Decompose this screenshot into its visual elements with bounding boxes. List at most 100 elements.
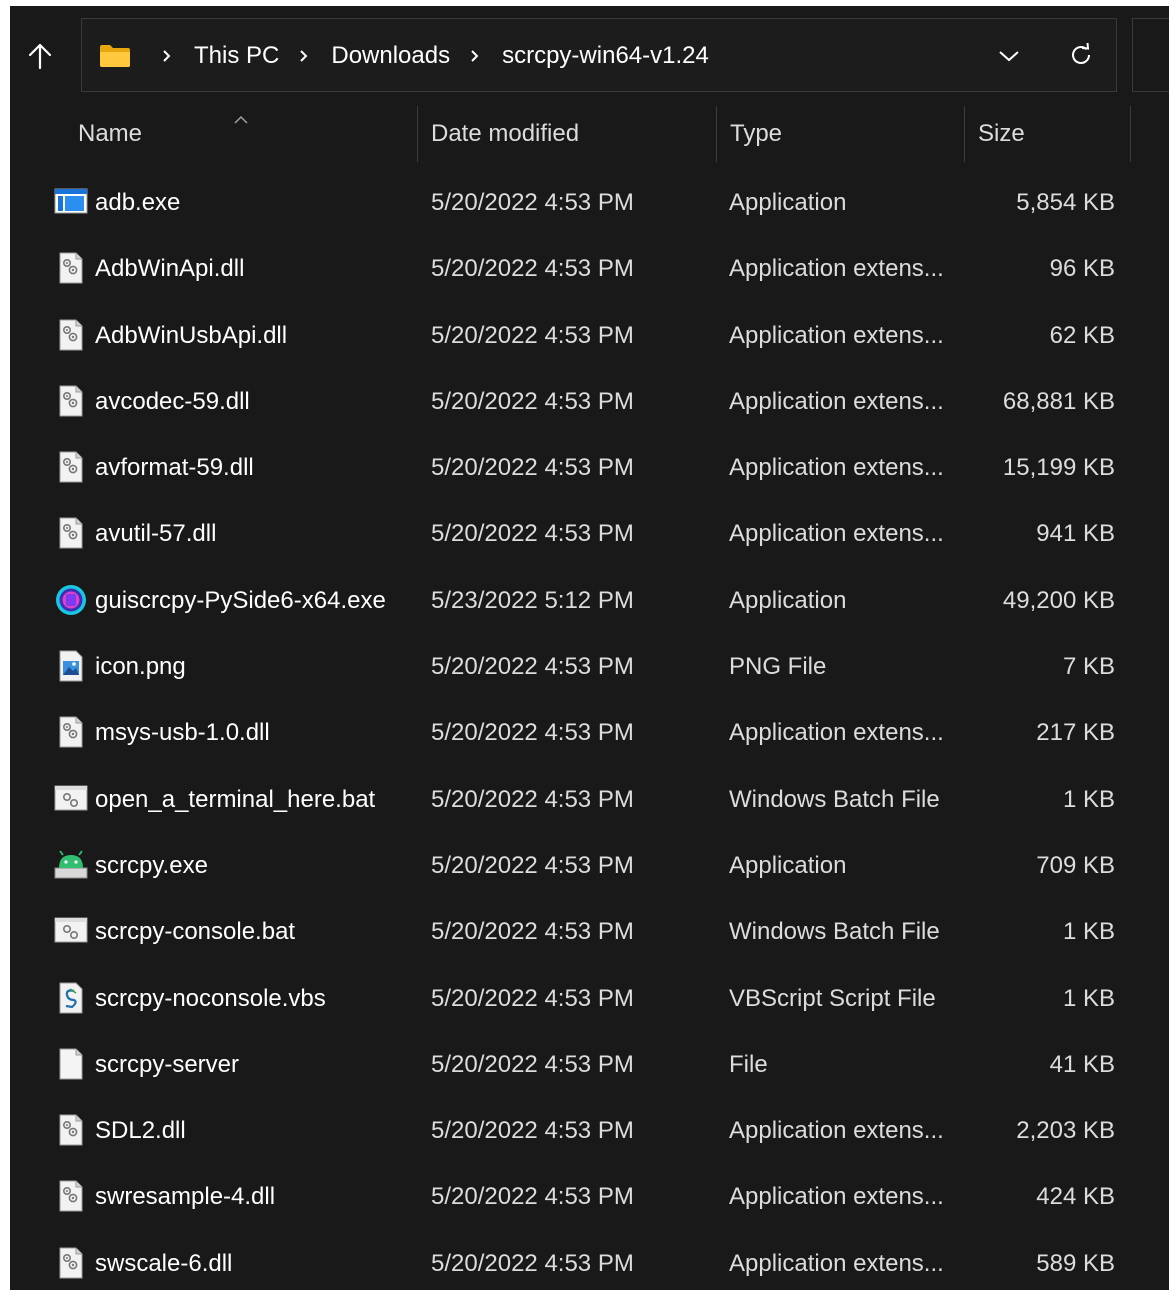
column-header-date-label: Date modified	[431, 120, 580, 147]
file-row[interactable]: avutil-57.dll 5/20/2022 4:53 PM Applicatio…	[10, 501, 1169, 567]
file-size: 1 KB	[1062, 984, 1115, 1012]
dll-file-icon	[54, 1113, 88, 1147]
file-row[interactable]: adb.exe 5/20/2022 4:53 PM Application 5,854…	[10, 170, 1169, 236]
dll-file-icon	[54, 1179, 88, 1213]
file-row[interactable]: swscale-6.dll 5/20/2022 4:53 PM Applicatio…	[10, 1231, 1169, 1290]
file-type: Application extens...	[729, 454, 944, 482]
column-header-type-label: Type	[730, 120, 783, 147]
file-row[interactable]: AdbWinApi.dll 5/20/2022 4:53 PM Applicatio…	[10, 236, 1169, 302]
column-divider[interactable]	[417, 106, 418, 162]
file-size: 7 KB	[1062, 653, 1115, 681]
file-size: 5,854 KB	[1016, 189, 1115, 216]
file-row[interactable]: scrcpy-noconsole.vbs 5/20/2022 4:53 PM VBS…	[10, 966, 1169, 1032]
file-name: SDL2.dll	[95, 1117, 186, 1145]
file-name: scrcpy-noconsole.vbs	[95, 984, 326, 1012]
file-size: 96 KB	[1049, 255, 1115, 283]
file-type: Application extens...	[729, 1183, 944, 1211]
file-type: Application extens...	[729, 1249, 944, 1277]
refresh-icon[interactable]	[1065, 39, 1097, 71]
column-divider[interactable]	[964, 106, 965, 162]
batch-file-icon	[54, 782, 88, 816]
file-name: scrcpy-server	[95, 1050, 240, 1078]
file-name: adb.exe	[95, 189, 181, 216]
address-bar[interactable]: This PC Downloads scrcpy-win64-v1.24	[81, 18, 1117, 92]
file-name: AdbWinApi.dll	[95, 255, 245, 283]
file-type: Application	[729, 189, 847, 216]
file-size: 1 KB	[1062, 918, 1115, 946]
file-row[interactable]: scrcpy-server 5/20/2022 4:53 PM File 41 KB	[10, 1032, 1169, 1098]
file-row[interactable]: scrcpy-console.bat 5/20/2022 4:53 PM Windo…	[10, 899, 1169, 965]
image-file-icon	[54, 649, 88, 683]
column-header-date[interactable]: Date modified	[431, 104, 711, 164]
file-type: Application extens...	[729, 1117, 944, 1145]
file-name: AdbWinUsbApi.dll	[95, 321, 288, 349]
file-name: avutil-57.dll	[95, 520, 217, 548]
breadcrumb: This PC Downloads scrcpy-win64-v1.24	[142, 19, 709, 93]
batch-file-icon	[54, 914, 88, 948]
search-box-edge[interactable]	[1132, 18, 1169, 92]
breadcrumb-this-pc[interactable]: This PC	[194, 42, 279, 70]
breadcrumb-current-folder[interactable]: scrcpy-win64-v1.24	[502, 42, 709, 70]
column-headers: Name Date modified Type Size	[10, 104, 1169, 164]
file-name: swresample-4.dll	[95, 1183, 276, 1211]
file-size: 941 KB	[1036, 520, 1115, 548]
file-row[interactable]: AdbWinUsbApi.dll 5/20/2022 4:53 PM Applica…	[10, 303, 1169, 369]
file-name: scrcpy-console.bat	[95, 918, 296, 946]
guiscrcpy-app-icon	[54, 583, 88, 617]
file-size: 41 KB	[1049, 1050, 1115, 1078]
column-divider[interactable]	[1130, 106, 1131, 162]
file-date-modified: 5/20/2022 4:53 PM	[431, 520, 634, 548]
column-header-name-label: Name	[78, 120, 143, 147]
file-row[interactable]: avcodec-59.dll 5/20/2022 4:53 PM Applicati…	[10, 369, 1169, 435]
file-date-modified: 5/20/2022 4:53 PM	[431, 1117, 634, 1145]
file-date-modified: 5/20/2022 4:53 PM	[431, 1183, 634, 1211]
chevron-right-icon[interactable]	[162, 49, 172, 63]
file-name: guiscrcpy-PySide6-x64.exe	[95, 586, 386, 614]
breadcrumb-downloads[interactable]: Downloads	[331, 42, 450, 70]
file-date-modified: 5/20/2022 4:53 PM	[431, 255, 634, 283]
file-name: scrcpy.exe	[95, 851, 208, 879]
file-size: 49,200 KB	[1002, 586, 1115, 614]
file-row[interactable]: swresample-4.dll 5/20/2022 4:53 PM Applica…	[10, 1164, 1169, 1230]
chevron-down-icon[interactable]	[994, 41, 1024, 71]
file-list: adb.exe 5/20/2022 4:53 PM Application 5,854…	[10, 170, 1169, 1290]
file-name: icon.png	[95, 653, 186, 681]
chevron-right-icon[interactable]	[470, 49, 480, 63]
file-date-modified: 5/20/2022 4:53 PM	[431, 189, 634, 216]
file-size: 424 KB	[1036, 1183, 1115, 1211]
file-type: Windows Batch File	[729, 918, 940, 946]
file-row[interactable]: icon.png 5/20/2022 4:53 PM PNG File 7 KB	[10, 634, 1169, 700]
file-row[interactable]: guiscrcpy-PySide6-x64.exe 5/23/2022 5:12 …	[10, 568, 1169, 634]
file-row[interactable]: open_a_terminal_here.bat 5/20/2022 4:53 P…	[10, 767, 1169, 833]
file-date-modified: 5/20/2022 4:53 PM	[431, 918, 634, 946]
file-name: swscale-6.dll	[95, 1249, 233, 1277]
file-row[interactable]: msys-usb-1.0.dll 5/20/2022 4:53 PM Applica…	[10, 700, 1169, 766]
column-header-size-label: Size	[978, 120, 1025, 147]
file-name: open_a_terminal_here.bat	[95, 785, 376, 813]
file-type: Application extens...	[729, 719, 944, 747]
file-type: Application	[729, 851, 847, 879]
file-row[interactable]: SDL2.dll 5/20/2022 4:53 PM Application ext…	[10, 1098, 1169, 1164]
arrow-up-icon[interactable]	[24, 40, 56, 72]
file-type: Application extens...	[729, 255, 944, 283]
column-header-type[interactable]: Type	[730, 104, 960, 164]
file-type: Windows Batch File	[729, 785, 940, 813]
file-date-modified: 5/20/2022 4:53 PM	[431, 387, 634, 415]
file-size: 217 KB	[1036, 719, 1115, 747]
column-header-size[interactable]: Size	[978, 104, 1128, 164]
folder-icon	[99, 44, 131, 73]
file-date-modified: 5/20/2022 4:53 PM	[431, 719, 634, 747]
dll-file-icon	[54, 318, 88, 352]
file-row[interactable]: scrcpy.exe 5/20/2022 4:53 PM Application 70…	[10, 833, 1169, 899]
file-type: VBScript Script File	[729, 984, 936, 1012]
file-date-modified: 5/20/2022 4:53 PM	[431, 984, 634, 1012]
column-divider[interactable]	[716, 106, 717, 162]
file-row[interactable]: avformat-59.dll 5/20/2022 4:53 PM Applicat…	[10, 435, 1169, 501]
dll-file-icon	[54, 251, 88, 285]
column-header-name[interactable]: Name	[78, 104, 408, 164]
navigation-bar: This PC Downloads scrcpy-win64-v1.24	[10, 6, 1169, 102]
file-explorer-window: This PC Downloads scrcpy-win64-v1.24 Nam…	[10, 6, 1169, 1290]
chevron-right-icon[interactable]	[299, 49, 309, 63]
file-name: avformat-59.dll	[95, 454, 254, 482]
file-type: Application	[729, 586, 847, 614]
